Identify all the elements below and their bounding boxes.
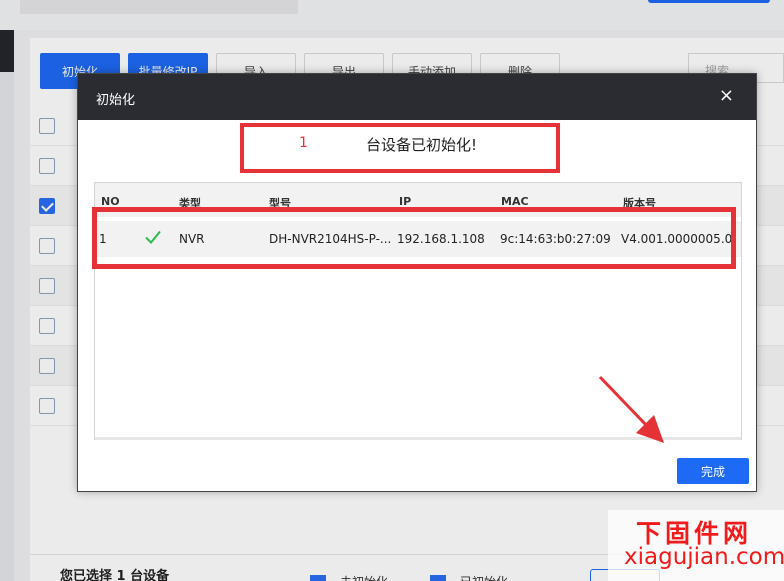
summary-message: 台设备已初始化! [366, 136, 478, 154]
watermark: 下固件网 xiagujian.com [608, 510, 784, 581]
red-arrow-icon [598, 375, 664, 443]
done-button[interactable]: 完成 [677, 458, 749, 484]
watermark-en: xiagujian.com [624, 544, 784, 570]
dialog-header: 初始化 × [78, 74, 756, 120]
row-highlight-box [92, 207, 736, 269]
initialized-count: 1 [299, 135, 308, 151]
summary-highlight-box: 1 台设备已初始化! [240, 123, 560, 173]
close-icon[interactable]: × [719, 87, 734, 105]
dialog-title: 初始化 [96, 93, 136, 108]
